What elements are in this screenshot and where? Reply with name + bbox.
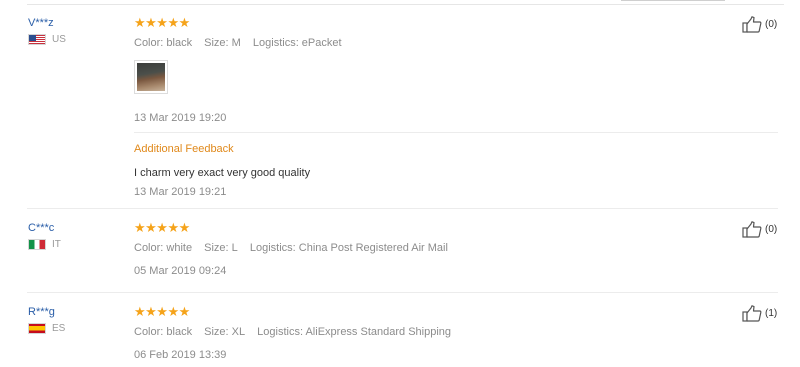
country-code: ES	[52, 323, 66, 334]
star-rating: ★★★★★	[134, 220, 190, 235]
review-divider	[27, 208, 778, 209]
top-toolbar-edge	[621, 0, 725, 1]
review-date: 06 Feb 2019 13:39	[134, 349, 227, 361]
thumbs-up-icon	[742, 305, 762, 322]
top-divider	[27, 4, 784, 5]
review-photo-image	[137, 63, 165, 91]
order-attributes: Color: black Size: XL Logistics: AliExpr…	[134, 326, 460, 338]
reviewer-country: ES	[28, 323, 65, 334]
additional-feedback-date: 13 Mar 2019 19:21	[134, 186, 227, 198]
reviewer-name[interactable]: C***c	[28, 222, 54, 234]
review-date: 13 Mar 2019 19:20	[134, 112, 227, 124]
like-button[interactable]: (0)	[742, 16, 777, 33]
thumbs-up-icon	[742, 16, 762, 33]
additional-feedback-title: Additional Feedback	[134, 143, 234, 155]
country-code: US	[52, 34, 66, 45]
order-attributes: Color: white Size: L Logistics: China Po…	[134, 242, 457, 254]
reviewer-country: US	[28, 34, 66, 45]
attr-color: Color: white	[134, 242, 193, 254]
like-button[interactable]: (1)	[742, 305, 777, 322]
reviewer-name[interactable]: R***g	[28, 306, 55, 318]
attr-logistics: Logistics: AliExpress Standard Shipping	[257, 326, 452, 338]
attr-size: Size: XL	[204, 326, 246, 338]
attr-size: Size: L	[204, 242, 238, 254]
attr-size: Size: M	[204, 37, 241, 49]
attr-color: Color: black	[134, 37, 193, 49]
review-divider	[27, 292, 778, 293]
like-count: (0)	[765, 224, 778, 235]
attr-color: Color: black	[134, 326, 193, 338]
reviewer-country: IT	[28, 239, 61, 250]
review-date: 05 Mar 2019 09:24	[134, 265, 227, 277]
thumbs-up-icon	[742, 221, 762, 238]
like-button[interactable]: (0)	[742, 221, 777, 238]
reviewer-name[interactable]: V***z	[28, 17, 54, 29]
review-photo[interactable]	[134, 60, 168, 94]
like-count: (0)	[765, 19, 778, 30]
star-rating: ★★★★★	[134, 15, 190, 30]
star-rating: ★★★★★	[134, 304, 190, 319]
it-flag-icon	[28, 239, 46, 250]
es-flag-icon	[28, 323, 46, 334]
additional-feedback-text: I charm very exact very good quality	[134, 167, 311, 179]
country-code: IT	[52, 239, 61, 250]
order-attributes: Color: black Size: M Logistics: ePacket	[134, 37, 351, 49]
attr-logistics: Logistics: ePacket	[252, 37, 342, 49]
like-count: (1)	[765, 308, 778, 319]
attr-logistics: Logistics: China Post Registered Air Mai…	[249, 242, 448, 254]
us-flag-icon	[28, 34, 46, 45]
feedback-divider	[134, 132, 778, 133]
